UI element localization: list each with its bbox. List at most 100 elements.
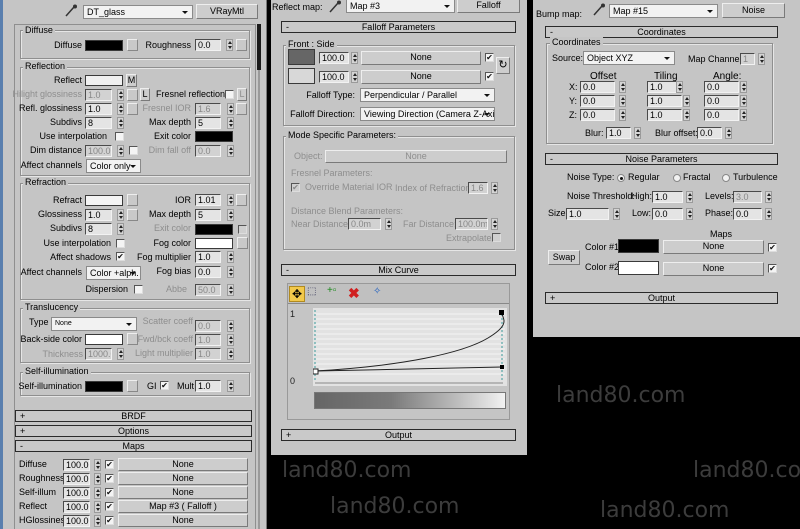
ior-map-button[interactable] (236, 194, 247, 206)
high-field[interactable]: 1.0 (652, 191, 683, 203)
low-spinner[interactable] (686, 208, 693, 220)
color1-map-checkbox[interactable] (768, 243, 777, 252)
map-amount-spinner[interactable] (94, 487, 101, 499)
color2-swatch[interactable] (618, 261, 659, 275)
angle-x-field[interactable]: 0.0 (704, 81, 739, 93)
falloff-parameters-rollout[interactable]: - Falloff Parameters (281, 21, 516, 33)
backside-color-swatch[interactable] (85, 334, 123, 345)
mix-curve-rollout[interactable]: - Mix Curve (281, 264, 516, 276)
options-rollout[interactable]: + Options (15, 425, 252, 437)
refr-subdivs-field[interactable]: 8 (85, 223, 112, 235)
blur-spinner[interactable] (634, 127, 641, 139)
hilight-glossiness-spinner[interactable] (117, 89, 124, 101)
refr-max-depth-field[interactable]: 5 (195, 209, 221, 221)
color2-map-checkbox[interactable] (768, 264, 777, 273)
noise-output-rollout[interactable]: + Output (545, 292, 778, 304)
refl-subdivs-spinner[interactable] (117, 117, 124, 129)
scatter-coeff-field[interactable]: 0.0 (195, 320, 221, 332)
dispersion-checkbox[interactable] (134, 285, 143, 294)
map-amount-field[interactable]: 100.0 (63, 515, 90, 527)
translucency-type-dropdown[interactable]: None (51, 317, 137, 331)
gi-checkbox[interactable] (160, 381, 169, 390)
map-enabled-checkbox[interactable] (105, 502, 114, 511)
scatter-coeff-spinner[interactable] (227, 320, 234, 332)
color1-swatch[interactable] (618, 239, 659, 253)
index-of-refraction-spinner[interactable] (491, 182, 498, 194)
override-ior-checkbox[interactable] (291, 183, 300, 192)
map-amount-spinner[interactable] (94, 501, 101, 513)
mix-curve-graph[interactable] (313, 308, 507, 386)
map-enabled-checkbox[interactable] (105, 516, 114, 525)
size-field[interactable]: 1.0 (566, 208, 609, 220)
diffuse-color-swatch[interactable] (85, 40, 123, 51)
eyedropper-icon[interactable] (64, 4, 78, 18)
far-distance-field[interactable]: 100.0m (455, 218, 488, 230)
map-amount-field[interactable]: 100.0 (63, 501, 90, 513)
map-enabled-checkbox[interactable] (105, 460, 114, 469)
blur-field[interactable]: 1.0 (606, 127, 631, 139)
far-distance-spinner[interactable] (491, 218, 498, 230)
roughness-field[interactable]: 0.0 (195, 39, 221, 51)
swap-colors-button[interactable]: ↻ (496, 57, 510, 74)
high-spinner[interactable] (686, 191, 693, 203)
fresnel-ior-field[interactable]: 1.6 (195, 103, 221, 115)
self-illumination-map-button[interactable] (127, 380, 138, 392)
map-type-button[interactable]: Falloff (457, 0, 520, 13)
refr-glossiness-spinner[interactable] (117, 209, 124, 221)
map-slot-button[interactable]: None (118, 472, 248, 485)
fwd-bck-coeff-spinner[interactable] (227, 334, 234, 346)
thickness-spinner[interactable] (117, 348, 124, 360)
material-name-dropdown[interactable]: DT_glass (83, 5, 193, 19)
side-map-button[interactable]: None (361, 70, 481, 84)
fresnel-lock-button[interactable]: L (237, 88, 247, 101)
angle-x-spinner[interactable] (740, 81, 747, 93)
dim-falloff-spinner[interactable] (227, 145, 234, 157)
refl-use-interpolation-checkbox[interactable] (115, 132, 124, 141)
offset-y-field[interactable]: 0.0 (580, 95, 615, 107)
reset-curve-icon[interactable]: ✧ (373, 286, 387, 302)
swap-button[interactable]: Swap (548, 250, 580, 265)
fog-multiplier-spinner[interactable] (227, 251, 234, 263)
material-type-button[interactable]: VRayMtl (196, 4, 258, 19)
light-multiplier-field[interactable]: 1.0 (195, 348, 221, 360)
map-enabled-checkbox[interactable] (105, 474, 114, 483)
mult-field[interactable]: 1.0 (195, 380, 221, 392)
eyedropper-icon[interactable] (592, 3, 606, 17)
offset-z-field[interactable]: 0.0 (580, 109, 615, 121)
tiling-z-spinner[interactable] (683, 109, 690, 121)
refr-subdivs-spinner[interactable] (117, 223, 124, 235)
reflect-color-swatch[interactable] (85, 75, 123, 86)
abbe-field[interactable]: 50.0 (195, 284, 221, 296)
fog-bias-field[interactable]: 0.0 (195, 266, 221, 278)
offset-x-spinner[interactable] (619, 81, 626, 93)
delete-point-icon[interactable]: ✖ (348, 286, 362, 302)
angle-z-spinner[interactable] (740, 109, 747, 121)
dim-distance-spinner[interactable] (117, 145, 124, 157)
bump-map-name-dropdown[interactable]: Map #15 (609, 4, 718, 18)
refl-glossiness-map-button[interactable] (127, 103, 138, 115)
reflect-m-button[interactable]: M (126, 74, 137, 87)
phase-spinner[interactable] (765, 208, 772, 220)
tiling-z-field[interactable]: 1.0 (647, 109, 682, 121)
color1-map-button[interactable]: None (663, 240, 764, 254)
map-name-dropdown[interactable]: Map #3 (346, 0, 455, 13)
scrollbar-track[interactable] (258, 70, 260, 529)
thickness-field[interactable]: 1000.0 (85, 348, 112, 360)
front-map-enabled-checkbox[interactable] (485, 53, 494, 62)
refr-affect-channels-dropdown[interactable]: Color +alph. (86, 266, 141, 280)
levels-field[interactable]: 3.0 (733, 191, 762, 203)
output-rollout[interactable]: + Output (281, 429, 516, 441)
fresnel-ior-map-button[interactable] (236, 103, 247, 115)
front-amount-spinner[interactable] (351, 52, 358, 64)
refl-glossiness-field[interactable]: 1.0 (85, 103, 112, 115)
refract-color-swatch[interactable] (85, 195, 123, 206)
front-map-button[interactable]: None (361, 51, 481, 65)
fwd-bck-coeff-field[interactable]: 1.0 (195, 334, 221, 346)
refl-max-depth-spinner[interactable] (227, 117, 234, 129)
noise-type-fractal-radio[interactable] (673, 174, 681, 182)
front-amount-field[interactable]: 100.0 (319, 52, 349, 64)
refr-glossiness-field[interactable]: 1.0 (85, 209, 112, 221)
falloff-type-dropdown[interactable]: Perpendicular / Parallel (360, 88, 495, 102)
angle-y-field[interactable]: 0.0 (704, 95, 739, 107)
roughness-map-button[interactable] (236, 39, 247, 51)
